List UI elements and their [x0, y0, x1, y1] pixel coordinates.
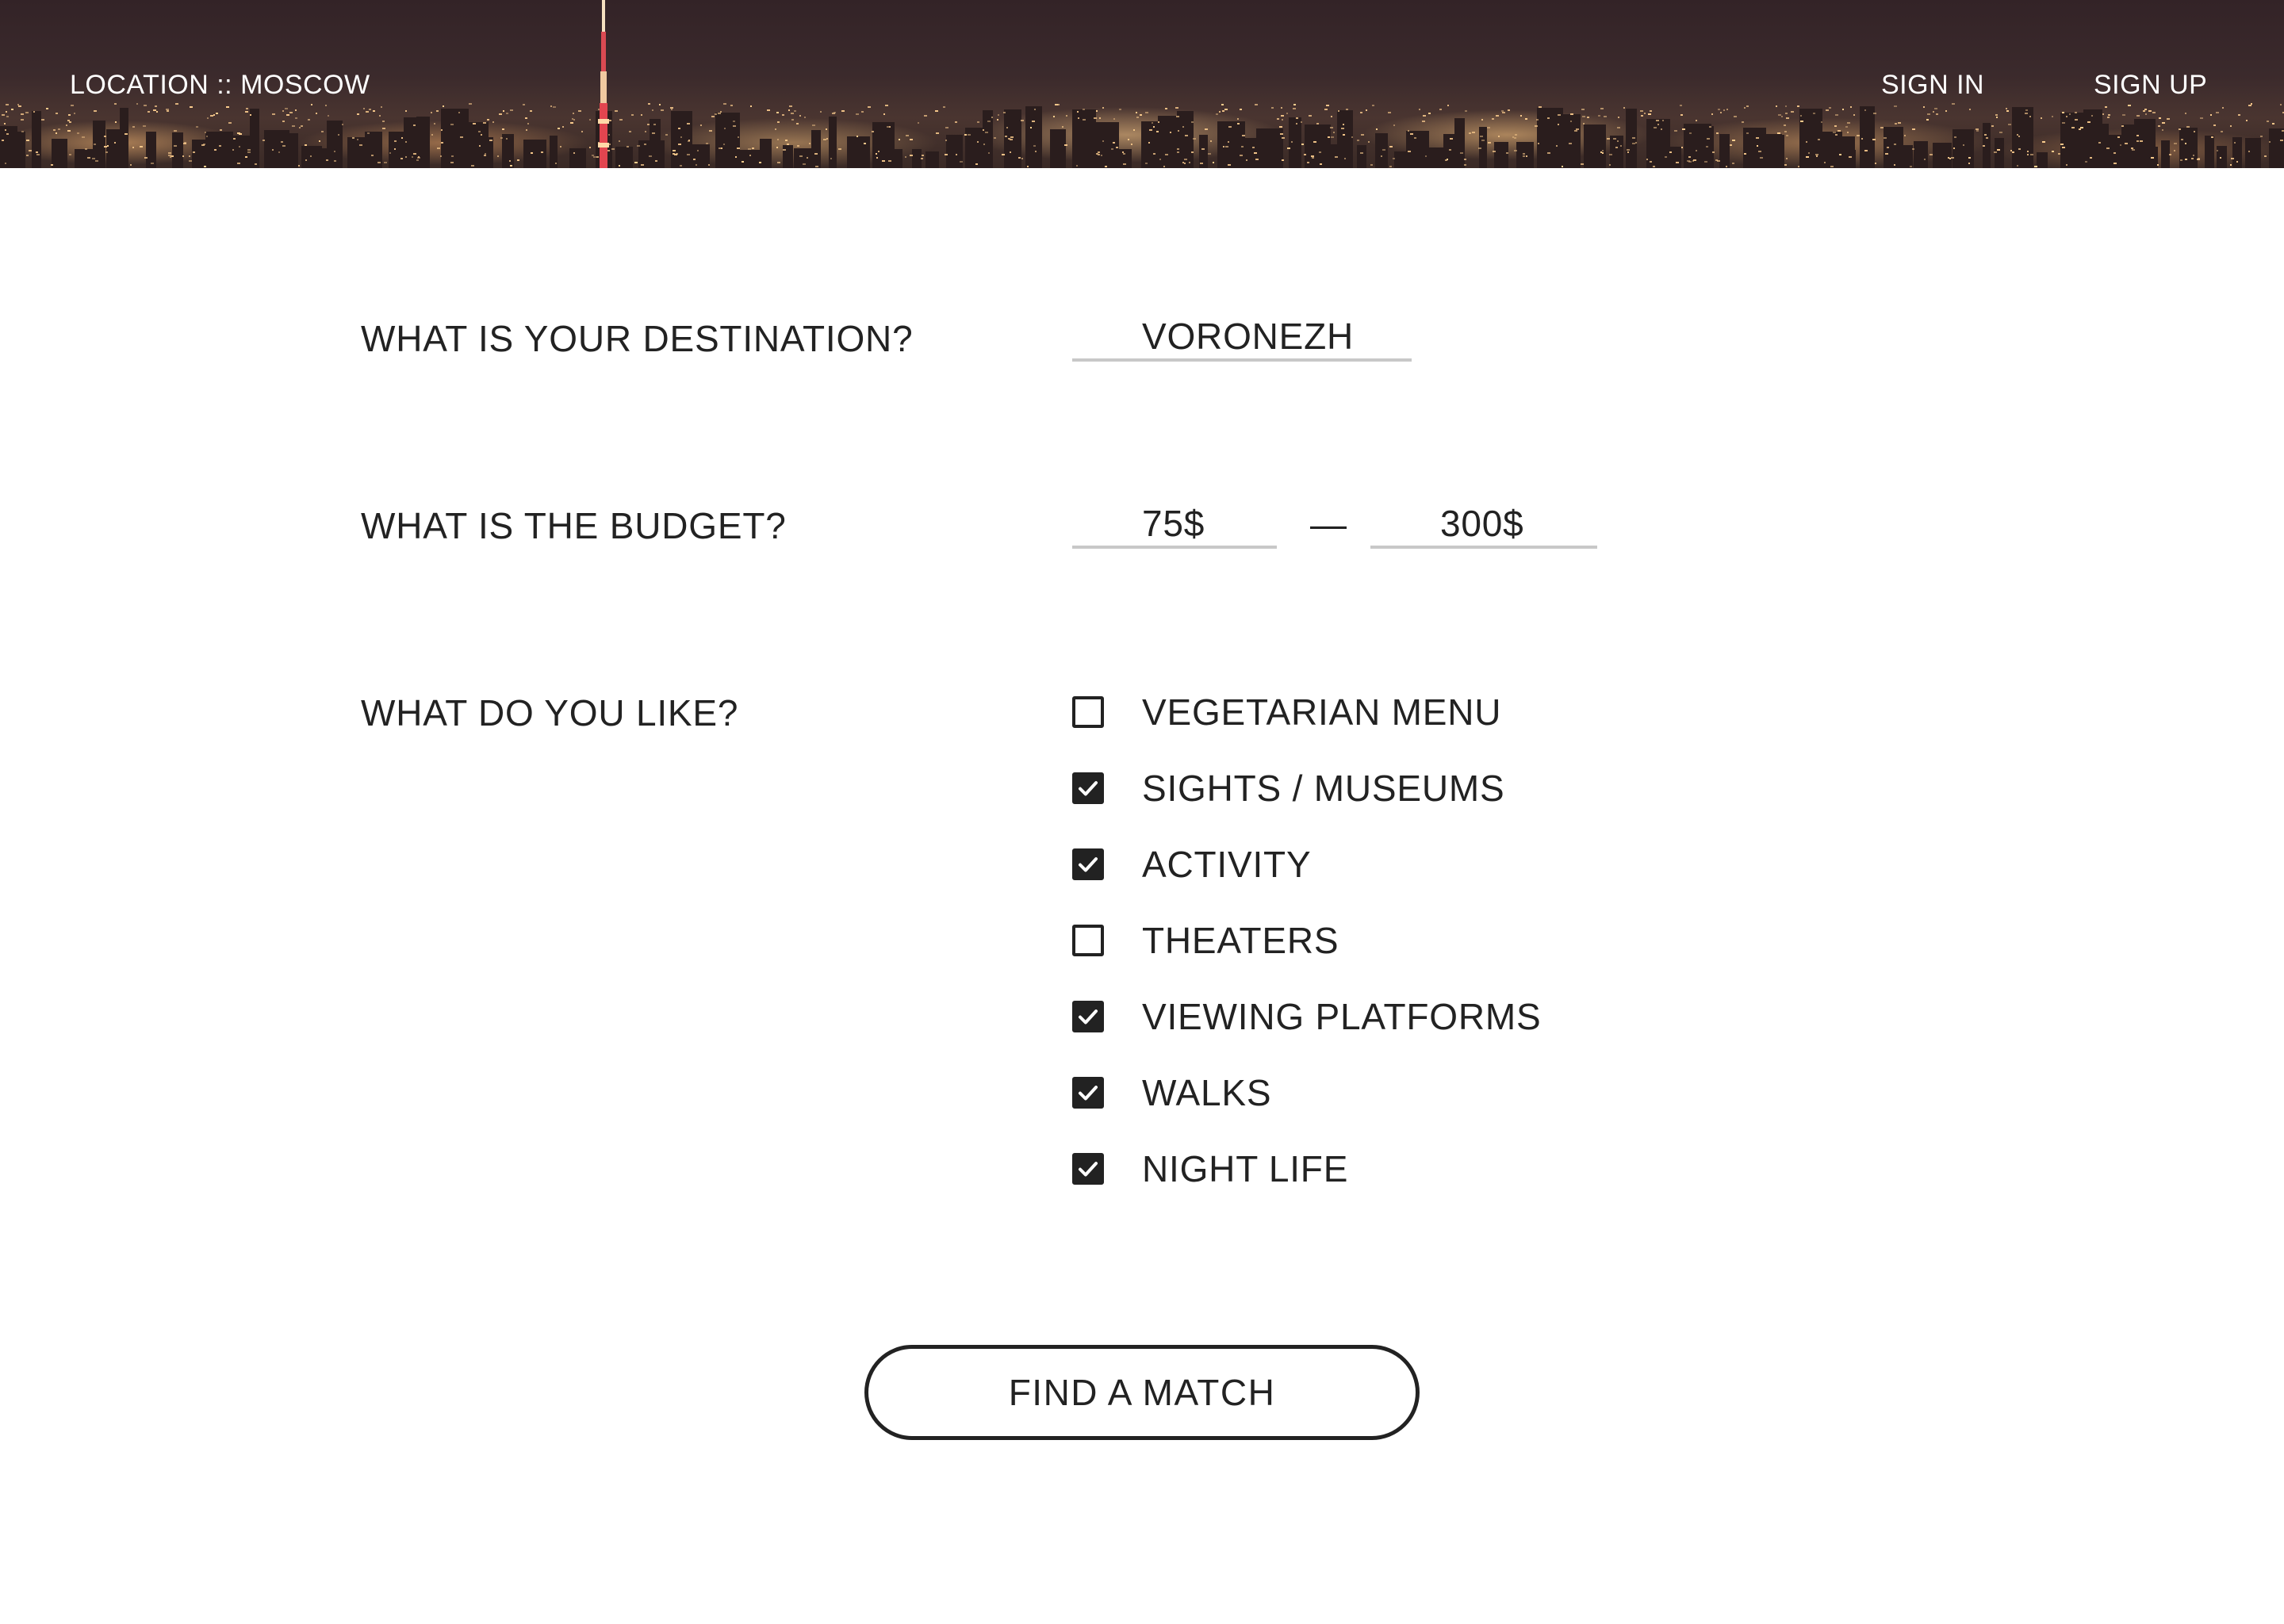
checkbox-option-label: THEATERS	[1142, 920, 1339, 961]
find-a-match-button[interactable]: FIND A MATCH	[864, 1345, 1420, 1440]
checkbox-option-label: VIEWING PLATFORMS	[1142, 996, 1542, 1037]
budget-label: WHAT IS THE BUDGET?	[361, 505, 787, 546]
checkbox-option[interactable]: SIGHTS / MUSEUMS	[1072, 766, 1505, 810]
checkbox-checked-icon[interactable]	[1072, 1001, 1104, 1032]
checkbox-checked-icon[interactable]	[1072, 1153, 1104, 1185]
budget-range-separator: —	[1310, 504, 1347, 545]
checkbox-checked-icon[interactable]	[1072, 1077, 1104, 1109]
checkbox-option-label: VEGETARIAN MENU	[1142, 691, 1502, 733]
checkbox-unchecked-icon[interactable]	[1072, 925, 1104, 956]
checkbox-option-label: ACTIVITY	[1142, 844, 1312, 885]
checkbox-option[interactable]: VIEWING PLATFORMS	[1072, 994, 1541, 1039]
checkbox-option[interactable]: ACTIVITY	[1072, 842, 1311, 887]
checkbox-option[interactable]: WALKS	[1072, 1071, 1271, 1115]
location-indicator: LOCATION :: MOSCOW	[70, 70, 370, 100]
checkbox-option[interactable]: THEATERS	[1072, 918, 1339, 963]
budget-max-input[interactable]	[1370, 501, 1597, 549]
checkbox-option-label: NIGHT LIFE	[1142, 1148, 1349, 1189]
checkbox-option-label: SIGHTS / MUSEUMS	[1142, 768, 1505, 809]
checkbox-option-label: WALKS	[1142, 1072, 1272, 1113]
sign-up-link[interactable]: SIGN UP	[2094, 70, 2207, 101]
destination-input[interactable]	[1072, 314, 1412, 362]
checkbox-checked-icon[interactable]	[1072, 772, 1104, 804]
tv-tower-image	[598, 0, 609, 168]
checkbox-option[interactable]: NIGHT LIFE	[1072, 1147, 1348, 1191]
checkbox-unchecked-icon[interactable]	[1072, 696, 1104, 728]
destination-label: WHAT IS YOUR DESTINATION?	[361, 318, 914, 359]
checkbox-option[interactable]: VEGETARIAN MENU	[1072, 690, 1501, 734]
sign-in-link[interactable]: SIGN IN	[1881, 70, 1984, 101]
header-banner: LOCATION :: MOSCOW SIGN IN SIGN UP	[0, 0, 2284, 168]
likes-label: WHAT DO YOU LIKE?	[361, 692, 739, 733]
budget-min-input[interactable]	[1072, 501, 1277, 549]
checkbox-checked-icon[interactable]	[1072, 848, 1104, 880]
